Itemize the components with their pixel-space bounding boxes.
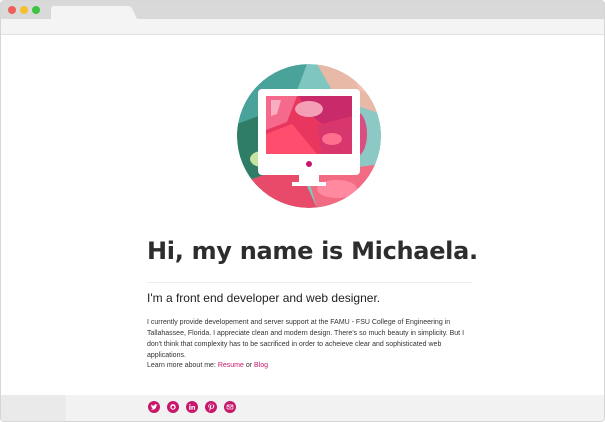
profile-avatar xyxy=(237,64,381,208)
email-icon[interactable] xyxy=(224,401,236,413)
browser-titlebar xyxy=(1,1,604,20)
minimize-window-button[interactable] xyxy=(20,6,28,14)
or-text: or xyxy=(245,362,253,369)
divider xyxy=(147,282,472,283)
close-window-button[interactable] xyxy=(8,6,16,14)
linkedin-icon[interactable] xyxy=(186,401,198,413)
github-icon[interactable] xyxy=(167,401,179,413)
browser-window: Hi, my name is Michaela. I'm a front end… xyxy=(0,0,605,422)
twitter-icon[interactable] xyxy=(148,401,160,413)
footer-sidebar-block xyxy=(1,395,66,421)
subtitle: I'm a front end developer and web design… xyxy=(147,291,381,305)
resume-link[interactable]: Resume xyxy=(218,362,244,369)
learn-more-line: Learn more about me: Resume or Blog xyxy=(147,361,268,370)
learn-more-label: Learn more about me: xyxy=(147,362,216,369)
page-title: Hi, my name is Michaela. xyxy=(147,237,478,265)
bio-paragraph: I currently provide developement and ser… xyxy=(147,319,465,359)
browser-tab[interactable] xyxy=(51,6,137,20)
blog-link[interactable]: Blog xyxy=(254,362,268,369)
footer xyxy=(1,395,604,421)
maximize-window-button[interactable] xyxy=(32,6,40,14)
pinterest-icon[interactable] xyxy=(205,401,217,413)
browser-toolbar xyxy=(1,19,604,35)
monitor-avatar-illustration xyxy=(237,64,381,208)
